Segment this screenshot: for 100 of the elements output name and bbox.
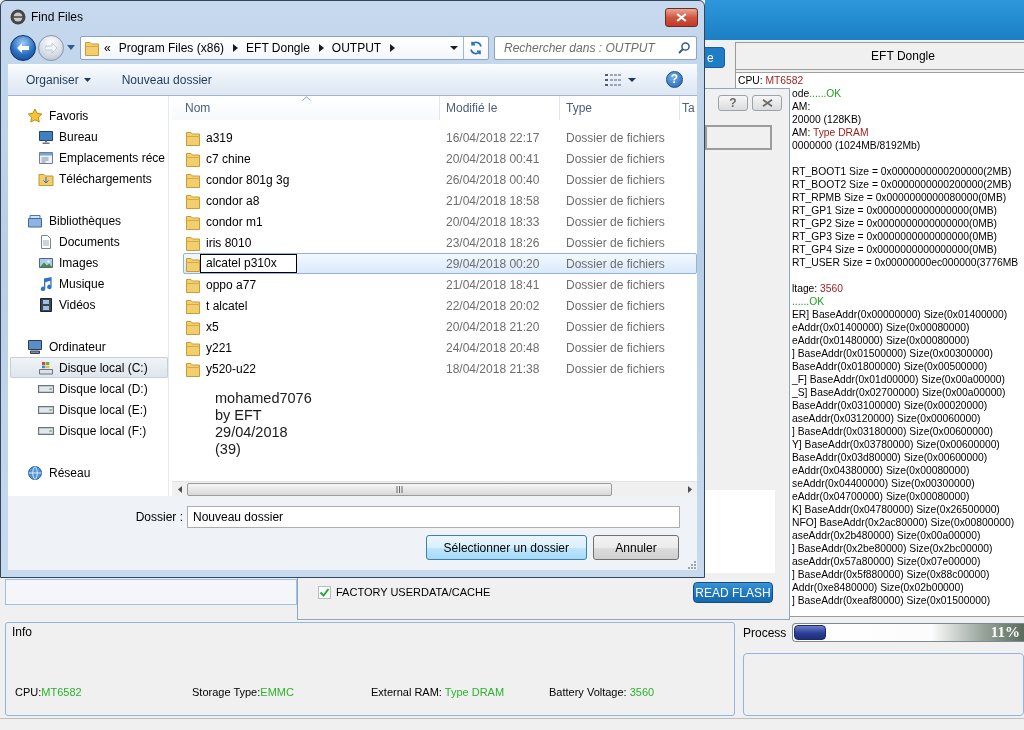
log-line: ] BaseAddr(0x03180000) Size(0x00600000) — [792, 425, 993, 438]
nav-item[interactable]: Bureau — [10, 126, 168, 147]
nav-item[interactable]: Disque local (C:) — [10, 357, 168, 378]
log-line: NFO] BaseAddr(0x2ac80000) Size(0x00800000) — [792, 516, 1015, 529]
address-bar[interactable]: « Program Files (x86) EFT Dongle OUTPUT — [80, 35, 489, 60]
file-name: iris 8010 — [206, 235, 252, 250]
type-cell: Dossier de fichiers — [566, 298, 665, 313]
resize-grip-icon[interactable] — [687, 560, 696, 569]
close-icon — [761, 99, 773, 107]
column-header[interactable]: Type — [560, 96, 680, 120]
signature-text: 29/04/2018 — [215, 424, 288, 441]
folder-name-field[interactable]: Nouveau dossier — [187, 506, 680, 528]
type-cell: Dossier de fichiers — [566, 193, 665, 208]
file-row[interactable]: oppo a77 21/04/2018 18:41 Dossier de fichiers — [183, 274, 697, 295]
file-row[interactable]: a319 16/04/2018 22:17 Dossier de fichiers — [183, 127, 697, 148]
nav-item[interactable]: Réseau — [10, 462, 168, 483]
folder-icon — [186, 360, 200, 377]
nav-item[interactable]: Téléchargements — [10, 168, 168, 189]
dialog-button[interactable]: Annuler — [593, 535, 679, 560]
file-row[interactable]: iris 8010 23/04/2018 18:26 Dossier de fichiers — [183, 232, 697, 253]
folder-icon — [85, 39, 99, 56]
column-header[interactable]: Ta — [680, 96, 697, 120]
date-cell: 26/04/2018 00:40 — [446, 172, 540, 187]
nav-item[interactable]: Favoris — [10, 105, 168, 126]
triangle-right-icon[interactable] — [318, 43, 324, 52]
file-row[interactable]: x5 20/04/2018 21:20 Dossier de fichiers — [183, 316, 697, 337]
nav-item[interactable]: Bibliothèques — [10, 210, 168, 231]
search-icon[interactable] — [678, 41, 690, 54]
read-flash-button[interactable]: READ FLASH — [693, 582, 773, 603]
signature-text: mohamed7076 — [215, 390, 312, 407]
folder-icon — [186, 129, 200, 146]
search-input[interactable]: Rechercher dans : OUTPUT — [495, 36, 674, 59]
date-cell: 16/04/2018 22:17 — [446, 130, 540, 145]
arrow-right-icon — [45, 42, 57, 53]
file-name: t alcatel — [206, 298, 248, 313]
nav-item[interactable]: Emplacements réce — [10, 147, 168, 168]
breadcrumb[interactable]: Program Files (x86) — [118, 40, 225, 55]
file-row[interactable]: y520-u22 18/04/2018 21:38 Dossier de fichiers — [183, 358, 697, 379]
file-row[interactable]: condor 801g 3g 26/04/2018 00:40 Dossier de fichiers — [183, 169, 697, 190]
dialog-button[interactable]: Sélectionner un dossier — [425, 535, 587, 560]
file-name: oppo a77 — [206, 277, 257, 292]
file-row[interactable]: c7 chine 20/04/2018 00:41 Dossier de fichiers — [183, 148, 697, 169]
breadcrumb[interactable]: OUTPUT — [331, 40, 382, 55]
checkbox[interactable] — [318, 586, 331, 599]
date-cell: 18/04/2018 21:38 — [446, 361, 540, 376]
new-folder-button[interactable]: Nouveau dossier — [111, 67, 222, 92]
nav-item[interactable]: Disque local (F:) — [10, 420, 168, 441]
music-note-icon — [38, 275, 54, 292]
type-cell: Dossier de fichiers — [566, 340, 665, 355]
triangle-right-icon[interactable] — [688, 485, 692, 493]
file-name: condor m1 — [206, 214, 263, 229]
breadcrumb[interactable]: EFT Dongle — [246, 40, 310, 55]
log-line: aseAddr(0x2b480000) Size(0x00a00000) — [792, 529, 981, 542]
process-label: Process — [743, 625, 787, 640]
action-button[interactable]: e — [705, 47, 725, 68]
type-cell: Dossier de fichiers — [566, 235, 665, 250]
log-line: _F] BaseAddr(0x01d00000) Size(0x00a00000) — [792, 373, 1005, 386]
folder-icon — [186, 276, 200, 293]
info-field: CPU:MT6582 — [15, 686, 82, 699]
file-row[interactable]: t alcatel 22/04/2018 20:02 Dossier de fichiers — [183, 295, 697, 316]
globe-icon — [27, 464, 43, 481]
file-row[interactable]: alcatel p310x 29/04/2018 00:20 Dossier de fichiers — [183, 253, 697, 274]
drive-icon — [38, 359, 54, 376]
search-field[interactable]: Rechercher dans : OUTPUT — [494, 35, 697, 60]
nav-item[interactable]: Disque local (D:) — [10, 378, 168, 399]
file-row[interactable]: condor a8 21/04/2018 18:58 Dossier de fichiers — [183, 190, 697, 211]
rename-field[interactable]: alcatel p310x — [200, 254, 297, 273]
nav-item[interactable]: Documents — [10, 231, 168, 252]
log-line: BaseAddr(0x03100000) Size(0x00020000) — [792, 399, 988, 412]
caret-down-icon[interactable] — [450, 45, 458, 50]
triangle-right-icon[interactable] — [390, 43, 396, 52]
close-button[interactable] — [665, 8, 698, 27]
input-field[interactable] — [705, 125, 772, 150]
log-line: RT_GP4 Size = 0x0000000000000000(0MB) — [792, 243, 998, 256]
triangle-left-icon[interactable] — [178, 485, 182, 493]
file-row[interactable]: condor m1 20/04/2018 18:33 Dossier de fichiers — [183, 211, 697, 232]
back-button[interactable] — [10, 34, 36, 61]
scroll-thumb[interactable] — [187, 482, 612, 496]
nav-item[interactable]: Ordinateur — [10, 336, 168, 357]
triangle-right-icon[interactable] — [233, 43, 239, 52]
organise-menu-button[interactable]: Organiser — [16, 67, 101, 92]
overflow-chevron[interactable]: « — [104, 40, 111, 55]
arrow-left-icon — [17, 42, 29, 53]
field-label: Dossier : — [135, 510, 183, 524]
help-button[interactable]: ? — [718, 95, 748, 111]
log-line: RT_GP2 Size = 0x0000000000000000(0MB) — [792, 217, 998, 230]
nav-item[interactable]: Musique — [10, 273, 168, 294]
type-cell: Dossier de fichiers — [566, 277, 665, 292]
nav-item[interactable]: Images — [10, 252, 168, 273]
nav-item[interactable]: Vidéos — [10, 294, 168, 315]
log-line: RT_BOOT1 Size = 0x0000000000200000(2MB) — [792, 165, 1012, 178]
horizontal-scrollbar[interactable] — [172, 481, 697, 496]
close-button[interactable] — [752, 95, 782, 111]
file-row[interactable]: y221 24/04/2018 20:48 Dossier de fichiers — [183, 337, 697, 358]
log-line: aseAddr(0x57a80000) Size(0x07e00000) — [792, 555, 981, 568]
nav-item[interactable]: Disque local (E:) — [10, 399, 168, 420]
type-cell: Dossier de fichiers — [566, 151, 665, 166]
column-header[interactable]: Modifié le — [440, 96, 560, 120]
drive-icon — [38, 405, 54, 414]
column-header[interactable]: Nom — [172, 96, 440, 120]
